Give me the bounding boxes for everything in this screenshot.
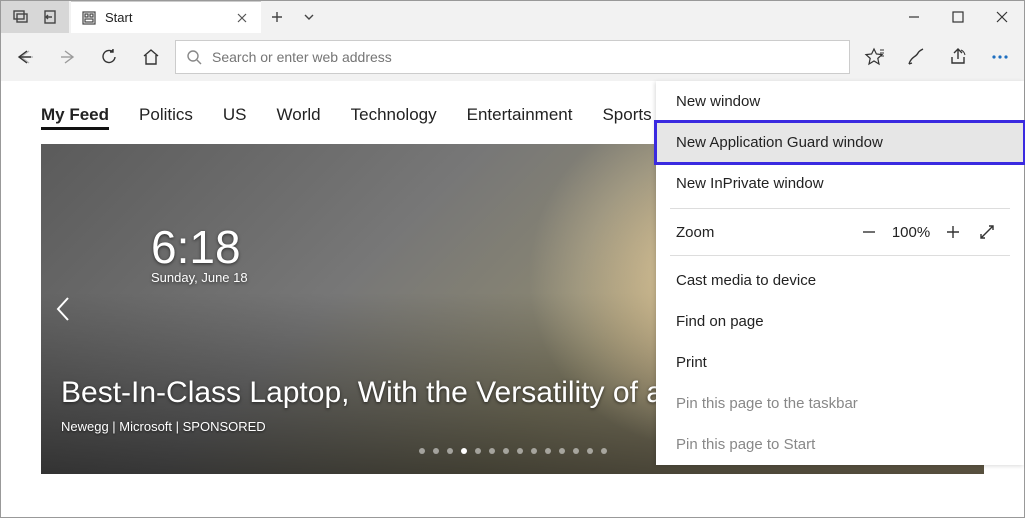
zoom-out-button[interactable]: [852, 223, 886, 241]
new-tab-button[interactable]: [261, 1, 293, 33]
carousel-dot[interactable]: [489, 448, 495, 454]
carousel-dot[interactable]: [587, 448, 593, 454]
hero-device-time: 6:18: [151, 224, 248, 270]
nav-forward-button[interactable]: [49, 39, 85, 75]
menu-find[interactable]: Find on page: [656, 301, 1024, 342]
feed-tab-us[interactable]: US: [223, 105, 247, 125]
nav-home-button[interactable]: [133, 39, 169, 75]
search-icon: [186, 49, 202, 65]
toolbar: [1, 33, 1024, 81]
feed-tab-technology[interactable]: Technology: [351, 105, 437, 125]
address-input[interactable]: [212, 49, 839, 65]
more-menu: New window New Application Guard window …: [656, 81, 1024, 465]
menu-separator: [670, 255, 1010, 256]
feed-tab-politics[interactable]: Politics: [139, 105, 193, 125]
tab-title: Start: [105, 10, 233, 25]
carousel-dot[interactable]: [475, 448, 481, 454]
feed-tab-sports[interactable]: Sports: [602, 105, 651, 125]
menu-app-guard-window[interactable]: New Application Guard window: [656, 122, 1024, 163]
share-icon[interactable]: [940, 39, 976, 75]
feed-tab-world[interactable]: World: [277, 105, 321, 125]
menu-print[interactable]: Print: [656, 342, 1024, 383]
menu-pin-start: Pin this page to Start: [656, 424, 1024, 465]
titlebar: Start: [1, 1, 1024, 33]
menu-zoom-label: Zoom: [676, 224, 852, 241]
menu-new-window[interactable]: New window: [656, 81, 1024, 122]
carousel-dot[interactable]: [433, 448, 439, 454]
carousel-dot[interactable]: [531, 448, 537, 454]
more-menu-button[interactable]: [982, 39, 1018, 75]
address-bar[interactable]: [175, 40, 850, 74]
fullscreen-button[interactable]: [970, 223, 1004, 241]
carousel-dot[interactable]: [461, 448, 467, 454]
carousel-dot[interactable]: [601, 448, 607, 454]
window-minimize-button[interactable]: [892, 1, 936, 33]
hero-device-clock: 6:18 Sunday, June 18: [151, 224, 248, 285]
hero-source: Newegg | Microsoft | SPONSORED: [61, 419, 266, 434]
set-aside-tabs-icon[interactable]: [39, 7, 59, 27]
tab-close-icon[interactable]: [233, 9, 251, 27]
window-close-button[interactable]: [980, 1, 1024, 33]
menu-separator: [670, 208, 1010, 209]
carousel-dot[interactable]: [503, 448, 509, 454]
carousel-dots: [419, 448, 607, 454]
carousel-dot[interactable]: [517, 448, 523, 454]
menu-cast[interactable]: Cast media to device: [656, 260, 1024, 301]
feed-tab-entertainment[interactable]: Entertainment: [467, 105, 573, 125]
tab-favicon-icon: [81, 10, 97, 26]
carousel-dot[interactable]: [573, 448, 579, 454]
favorites-icon[interactable]: [856, 39, 892, 75]
menu-inprivate-window[interactable]: New InPrivate window: [656, 163, 1024, 204]
nav-refresh-button[interactable]: [91, 39, 127, 75]
carousel-dot[interactable]: [559, 448, 565, 454]
menu-zoom-row: Zoom 100%: [656, 213, 1024, 251]
window-maximize-button[interactable]: [936, 1, 980, 33]
zoom-percent: 100%: [886, 224, 936, 241]
carousel-dot[interactable]: [419, 448, 425, 454]
tabs-chevron-icon[interactable]: [293, 1, 325, 33]
nav-back-button[interactable]: [7, 39, 43, 75]
carousel-dot[interactable]: [545, 448, 551, 454]
zoom-in-button[interactable]: [936, 223, 970, 241]
ink-icon[interactable]: [898, 39, 934, 75]
hero-device-date: Sunday, June 18: [151, 270, 248, 285]
carousel-prev-button[interactable]: [45, 285, 81, 333]
titlebar-left: [1, 1, 69, 33]
feed-tab-my-feed[interactable]: My Feed: [41, 105, 109, 130]
browser-tab[interactable]: Start: [71, 1, 261, 33]
menu-pin-taskbar: Pin this page to the taskbar: [656, 383, 1024, 424]
carousel-dot[interactable]: [447, 448, 453, 454]
task-view-icon[interactable]: [11, 7, 31, 27]
